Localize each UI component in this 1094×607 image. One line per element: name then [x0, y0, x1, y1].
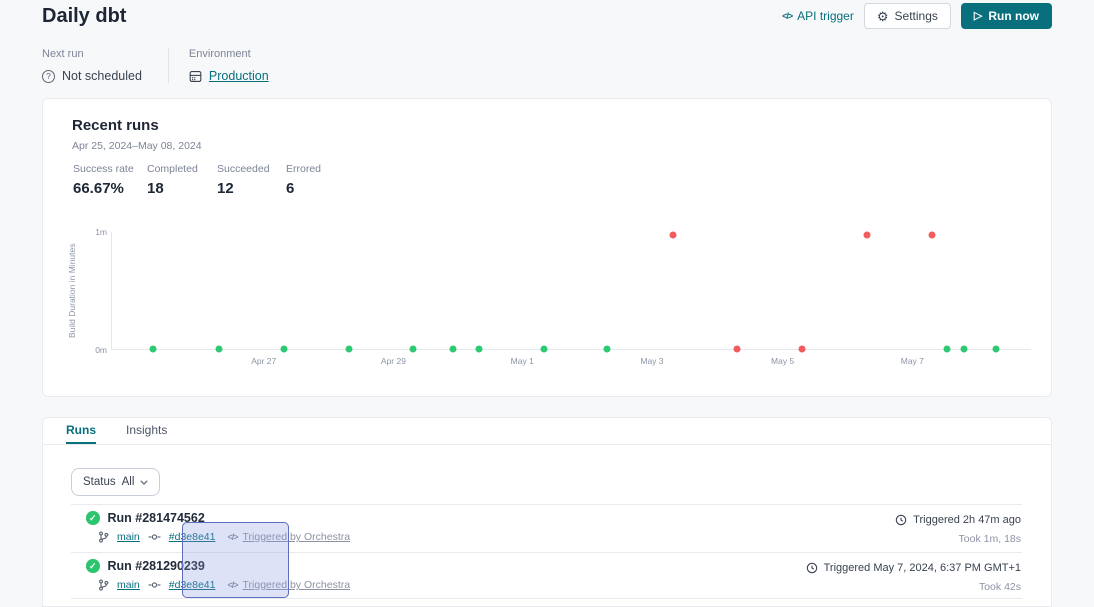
- git-branch-icon: [98, 531, 109, 543]
- run-now-button[interactable]: ▷ Run now: [961, 3, 1052, 29]
- chart-plot: [111, 232, 1031, 350]
- run-dot-success[interactable]: [409, 346, 416, 353]
- page-header: Daily dbt </> API trigger ⚙ Settings ▷ R…: [42, 0, 1052, 32]
- tab-runs[interactable]: Runs: [66, 418, 96, 444]
- run-right: Triggered 2h 47m ago Took 1m, 18s: [895, 514, 1021, 545]
- run-id: Run #281290239: [108, 559, 205, 573]
- page-title: Daily dbt: [42, 5, 126, 28]
- commit-link[interactable]: #d3e8e41: [169, 579, 216, 591]
- run-dot-error[interactable]: [864, 231, 871, 238]
- branch-link[interactable]: main: [117, 579, 140, 591]
- success-check-icon: ✓: [86, 559, 100, 573]
- chart-x-tick: Apr 27: [251, 356, 276, 366]
- run-dot-success[interactable]: [346, 346, 353, 353]
- run-dot-error[interactable]: [799, 346, 806, 353]
- run-left: ✓ Run #281474562 main #d3e8e41 </> Trigg…: [86, 511, 350, 543]
- run-left: ✓ Run #281290239 main #d3e8e41 </> Trigg…: [86, 559, 350, 591]
- chart-y-axis-label: Build Duration in Minutes: [67, 227, 77, 355]
- run-dot-success[interactable]: [150, 346, 157, 353]
- stat-success-rate: Success rate 66.67%: [73, 163, 147, 197]
- chart-x-tick: May 1: [511, 356, 534, 366]
- run-row-281474562[interactable]: ✓ Run #281474562 main #d3e8e41 </> Trigg…: [43, 506, 1051, 552]
- tab-insights[interactable]: Insights: [126, 418, 167, 444]
- run-dot-success[interactable]: [475, 346, 482, 353]
- chart-x-tick: May 3: [640, 356, 663, 366]
- run-row-281290239[interactable]: ✓ Run #281290239 main #d3e8e41 </> Trigg…: [43, 554, 1051, 600]
- run-dot-success[interactable]: [280, 346, 287, 353]
- stat-succeeded: Succeeded 12: [217, 163, 286, 197]
- api-trigger-label: API trigger: [797, 9, 854, 23]
- stats-row: Success rate 66.67% Completed 18 Succeed…: [73, 163, 321, 197]
- help-icon: ?: [42, 70, 55, 83]
- code-icon: </>: [227, 532, 237, 542]
- status-filter-dropdown[interactable]: Status All: [71, 468, 160, 496]
- header-actions: </> API trigger ⚙ Settings ▷ Run now: [782, 3, 1052, 29]
- environment-block: Environment Production: [169, 48, 269, 83]
- git-branch-icon: [98, 579, 109, 591]
- chart-x-tick: May 7: [901, 356, 924, 366]
- chevron-down-icon: [140, 480, 148, 485]
- job-meta: Next run ? Not scheduled Environment Pro…: [42, 48, 269, 83]
- trigger-source-link[interactable]: </> Triggered by Orchestra: [227, 579, 350, 591]
- run-duration-text: Took 42s: [806, 581, 1021, 593]
- chart-x-tick: May 5: [771, 356, 794, 366]
- commit-icon: [148, 580, 161, 590]
- next-run-value: Not scheduled: [62, 69, 142, 83]
- next-run-block: Next run ? Not scheduled: [42, 48, 169, 83]
- run-dot-success[interactable]: [604, 346, 611, 353]
- recent-runs-card: Recent runs Apr 25, 2024–May 08, 2024 Su…: [42, 98, 1052, 397]
- divider: [71, 552, 1022, 553]
- run-now-label: Run now: [988, 9, 1039, 23]
- run-duration-text: Took 1m, 18s: [895, 533, 1021, 545]
- run-dot-success[interactable]: [449, 346, 456, 353]
- commit-link[interactable]: #d3e8e41: [169, 531, 216, 543]
- stat-errored: Errored 6: [286, 163, 321, 197]
- run-dot-error[interactable]: [928, 231, 935, 238]
- recent-runs-date-range: Apr 25, 2024–May 08, 2024: [72, 140, 202, 152]
- chart-x-tick: Apr 29: [381, 356, 406, 366]
- chart-y-tick-0m: 0m: [83, 345, 107, 355]
- clock-icon: [806, 562, 818, 574]
- code-icon: </>: [782, 11, 792, 21]
- environment-icon: [189, 70, 202, 83]
- status-filter-value: All: [122, 476, 135, 488]
- chart-x-ticks: Apr 27 Apr 29 May 1 May 3 May 5 May 7: [111, 356, 1031, 368]
- run-triggered-text: Triggered 2h 47m ago: [913, 514, 1021, 526]
- runs-card: Runs Insights Status All ✓ Run #28147456…: [42, 417, 1052, 607]
- environment-label: Environment: [189, 48, 269, 60]
- gear-icon: ⚙: [877, 10, 889, 23]
- run-dot-success[interactable]: [993, 346, 1000, 353]
- run-id: Run #281474562: [108, 511, 205, 525]
- success-check-icon: ✓: [86, 511, 100, 525]
- next-run-label: Next run: [42, 48, 142, 60]
- run-right: Triggered May 7, 2024, 6:37 PM GMT+1 Too…: [806, 562, 1021, 593]
- stat-completed: Completed 18: [147, 163, 217, 197]
- run-triggered-text: Triggered May 7, 2024, 6:37 PM GMT+1: [824, 562, 1021, 574]
- environment-link[interactable]: Production: [209, 69, 269, 83]
- settings-button[interactable]: ⚙ Settings: [864, 3, 951, 29]
- run-dot-error[interactable]: [733, 346, 740, 353]
- play-icon: ▷: [974, 11, 982, 22]
- run-dot-success[interactable]: [215, 346, 222, 353]
- tab-bar: Runs Insights: [43, 418, 1051, 445]
- run-dot-success[interactable]: [540, 346, 547, 353]
- recent-runs-title: Recent runs: [72, 117, 159, 134]
- run-dot-success[interactable]: [944, 346, 951, 353]
- next-run-value-row: ? Not scheduled: [42, 69, 142, 83]
- clock-icon: [895, 514, 907, 526]
- branch-link[interactable]: main: [117, 531, 140, 543]
- status-filter-label: Status: [83, 476, 116, 488]
- trigger-source-link[interactable]: </> Triggered by Orchestra: [227, 531, 350, 543]
- run-dot-success[interactable]: [960, 346, 967, 353]
- divider: [71, 504, 1022, 505]
- api-trigger-link[interactable]: </> API trigger: [782, 9, 854, 23]
- run-dot-error[interactable]: [669, 231, 676, 238]
- settings-label: Settings: [895, 9, 938, 23]
- chart-y-tick-1m: 1m: [83, 227, 107, 237]
- commit-icon: [148, 532, 161, 542]
- code-icon: </>: [227, 580, 237, 590]
- divider: [71, 598, 1022, 599]
- environment-value-row: Production: [189, 69, 269, 83]
